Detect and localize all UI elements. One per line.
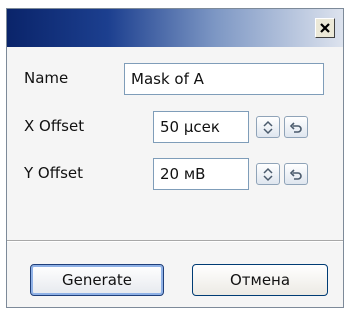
x-offset-spinner[interactable] bbox=[256, 116, 280, 138]
name-label: Name bbox=[24, 69, 69, 87]
divider-highlight bbox=[7, 241, 343, 242]
title-bar[interactable] bbox=[7, 9, 343, 47]
generate-button[interactable]: Generate bbox=[30, 264, 164, 296]
spin-up-down-icon bbox=[263, 120, 273, 135]
x-offset-label: X Offset bbox=[24, 117, 85, 135]
cancel-button[interactable]: Отмена bbox=[192, 264, 328, 296]
y-offset-input[interactable]: 20 мВ bbox=[153, 158, 249, 190]
close-button[interactable] bbox=[315, 18, 335, 38]
dialog-body: Name Mask of A X Offset 50 µсек Y Offset… bbox=[7, 47, 343, 307]
x-offset-reset-button[interactable] bbox=[284, 116, 308, 138]
dialog-window: Name Mask of A X Offset 50 µсек Y Offset… bbox=[6, 8, 344, 308]
name-input[interactable]: Mask of A bbox=[124, 63, 324, 95]
undo-icon bbox=[289, 169, 302, 180]
undo-icon bbox=[289, 122, 302, 133]
spin-up-down-icon bbox=[263, 167, 273, 182]
close-icon bbox=[320, 23, 330, 33]
y-offset-label: Y Offset bbox=[24, 164, 83, 182]
y-offset-reset-button[interactable] bbox=[284, 163, 308, 185]
x-offset-input[interactable]: 50 µсек bbox=[153, 111, 249, 143]
y-offset-spinner[interactable] bbox=[256, 163, 280, 185]
